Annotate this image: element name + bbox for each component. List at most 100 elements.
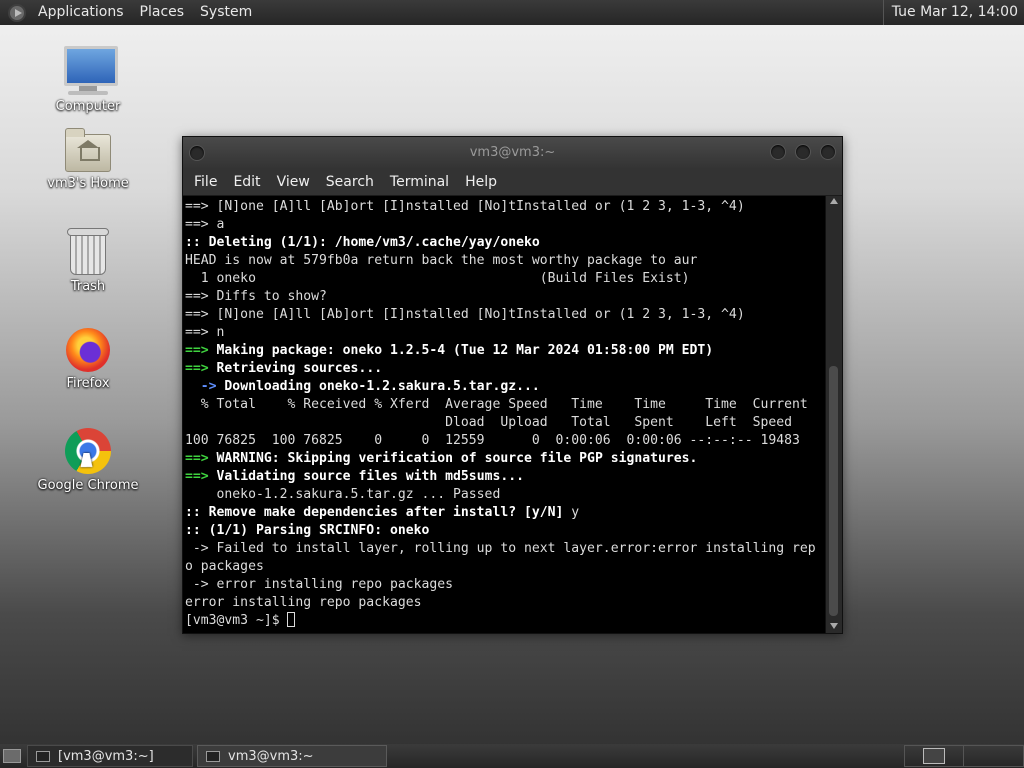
terminal-line: ==> Retrieving sources...	[185, 361, 382, 376]
terminal-line-segment: ==> n	[185, 325, 225, 340]
places-menu[interactable]: Places	[132, 0, 193, 25]
terminal-line-segment: ==>	[185, 451, 217, 466]
terminal-line-segment: o packages	[185, 559, 264, 574]
desktop-icon-label: Firefox	[66, 376, 110, 391]
terminal-line-segment: oneko-1.2.sakura.5.tar.gz ... Passed	[185, 487, 501, 502]
top-panel: Applications Places System Tue Mar 12, 1…	[0, 0, 1024, 25]
terminal-line: :: (1/1) Parsing SRCINFO: oneko	[185, 523, 429, 538]
terminal-line-segment: 100 76825 100 76825 0 0 12559 0 0:00:06 …	[185, 433, 800, 448]
terminal-line: Dload Upload Total Spent Left Speed	[185, 415, 792, 430]
terminal-line-segment: HEAD is now at 579fb0a return back the m…	[185, 253, 698, 268]
clock[interactable]: Tue Mar 12, 14:00	[882, 0, 1024, 25]
menu-help[interactable]: Help	[457, 169, 505, 195]
terminal-output[interactable]: ==> [N]one [A]ll [Ab]ort [I]nstalled [No…	[183, 196, 825, 633]
taskbar-item-label: vm3@vm3:~	[228, 748, 314, 764]
terminal-window[interactable]: vm3@vm3:~ File Edit View Search Terminal…	[182, 136, 843, 634]
terminal-line: ==> Making package: oneko 1.2.5-4 (Tue 1…	[185, 343, 713, 358]
desktop-icon-label: Computer	[55, 99, 121, 114]
terminal-line-segment: % Total % Received % Xferd Average Speed…	[185, 397, 808, 412]
desktop-icon-home[interactable]: vm3's Home	[33, 128, 143, 191]
terminal-line: error installing repo packages	[185, 595, 422, 610]
terminal-line-segment: y	[571, 505, 580, 520]
terminal-line: ==> WARNING: Skipping verification of so…	[185, 451, 697, 466]
taskbar-item-active[interactable]: vm3@vm3:~	[197, 745, 387, 767]
terminal-line-segment: Dload Upload Total Spent Left Speed	[185, 415, 792, 430]
taskbar-item[interactable]: [vm3@vm3:~]	[27, 745, 193, 767]
menu-edit[interactable]: Edit	[225, 169, 268, 195]
terminal-line: 1 oneko (Build Files Exist)	[185, 271, 690, 286]
workspace-window-thumbnail	[923, 748, 945, 764]
terminal-line: ==> n	[185, 325, 224, 340]
terminal-line-segment: Skipping verification of source file PGP…	[287, 451, 698, 466]
terminal-line: -> error installing repo packages	[185, 577, 453, 592]
close-button[interactable]	[820, 144, 836, 160]
scroll-down-arrow-icon[interactable]	[830, 623, 838, 629]
terminal-line: -> Downloading oneko-1.2.sakura.5.tar.gz…	[185, 379, 540, 394]
terminal-prompt: [vm3@vm3 ~]$	[185, 613, 288, 628]
terminal-line: -> Failed to install layer, rolling up t…	[185, 541, 816, 556]
firefox-icon	[66, 328, 110, 372]
desktop-icon-firefox[interactable]: Firefox	[33, 328, 143, 391]
terminal-line-segment: -> Failed to install layer, rolling up t…	[185, 541, 816, 556]
workspace-switcher	[904, 745, 1024, 767]
applications-menu[interactable]: Applications	[30, 0, 132, 25]
terminal-line-segment: error installing repo packages	[185, 595, 422, 610]
terminal-line-segment: ==>	[185, 469, 217, 484]
terminal-line-segment: ==> Diffs to show?	[185, 289, 327, 304]
terminal-line-segment: Validating source files with md5sums...	[216, 469, 524, 484]
terminal-line-segment: :: Deleting (1/1): /home/vm3/.cache/yay/…	[185, 235, 540, 250]
menu-file[interactable]: File	[186, 169, 225, 195]
terminal-menubar: File Edit View Search Terminal Help	[183, 169, 842, 195]
trash-icon	[67, 228, 109, 275]
terminal-line: oneko-1.2.sakura.5.tar.gz ... Passed	[185, 487, 501, 502]
terminal-line: o packages	[185, 559, 264, 574]
desktop-icon-label: Trash	[70, 279, 106, 294]
taskbar-item-label: [vm3@vm3:~]	[58, 748, 154, 764]
desktop-icon-label: Google Chrome	[37, 478, 139, 493]
terminal-line-segment: ==> [N]one [A]ll [Ab]ort [I]nstalled [No…	[185, 307, 745, 322]
home-folder-icon	[65, 128, 111, 172]
terminal-line-segment: ==> [N]one [A]ll [Ab]ort [I]nstalled [No…	[185, 199, 745, 214]
menu-view[interactable]: View	[269, 169, 318, 195]
scrollbar-thumb[interactable]	[829, 366, 838, 616]
terminal-line: ==> [N]one [A]ll [Ab]ort [I]nstalled [No…	[185, 199, 745, 214]
system-menu[interactable]: System	[192, 0, 260, 25]
terminal-scrollbar[interactable]	[825, 196, 842, 633]
minimize-button[interactable]	[770, 144, 786, 160]
desktop-icon-label: vm3's Home	[47, 176, 129, 191]
window-controls	[770, 144, 836, 160]
terminal-line: ==> a	[185, 217, 224, 232]
window-titlebar[interactable]: vm3@vm3:~	[183, 137, 842, 169]
terminal-line: 100 76825 100 76825 0 0 12559 0 0:00:06 …	[185, 433, 800, 448]
workspace-2[interactable]	[964, 745, 1024, 767]
maximize-button[interactable]	[795, 144, 811, 160]
terminal-line: ==> Validating source files with md5sums…	[185, 469, 524, 484]
terminal-line-segment: ==>	[185, 361, 217, 376]
terminal-line-segment: 1 oneko (Build Files Exist)	[185, 271, 690, 286]
terminal-line: % Total % Received % Xferd Average Speed…	[185, 397, 808, 412]
terminal-line: :: Remove make dependencies after instal…	[185, 505, 579, 520]
terminal-line: HEAD is now at 579fb0a return back the m…	[185, 253, 697, 268]
window-title: vm3@vm3:~	[469, 145, 556, 160]
computer-icon	[64, 46, 118, 95]
terminal-line: :: Deleting (1/1): /home/vm3/.cache/yay/…	[185, 235, 540, 250]
menu-search[interactable]: Search	[318, 169, 382, 195]
desktop-icon-computer[interactable]: Computer	[33, 46, 143, 114]
show-desktop-icon[interactable]	[3, 749, 21, 763]
terminal-line-segment: -> error installing repo packages	[185, 577, 454, 592]
os-menu-logo-icon[interactable]	[8, 3, 26, 22]
terminal-line-segment: :: (1/1) Parsing SRCINFO: oneko	[185, 523, 430, 538]
menu-terminal[interactable]: Terminal	[382, 169, 457, 195]
terminal-line-segment: ==> a	[185, 217, 225, 232]
terminal-line-segment: Making package: oneko 1.2.5-4 (Tue 12 Ma…	[216, 343, 714, 358]
scroll-up-arrow-icon[interactable]	[830, 198, 838, 204]
terminal-line-segment: WARNING:	[216, 451, 288, 466]
desktop-icon-trash[interactable]: Trash	[33, 228, 143, 294]
terminal-cursor	[287, 612, 296, 627]
terminal-line: ==> [N]one [A]ll [Ab]ort [I]nstalled [No…	[185, 307, 745, 322]
terminal-icon	[36, 750, 50, 762]
bottom-panel: [vm3@vm3:~] vm3@vm3:~	[0, 744, 1024, 768]
chrome-icon	[65, 428, 111, 474]
workspace-1[interactable]	[904, 745, 964, 767]
terminal-line-segment: ->	[185, 379, 225, 394]
